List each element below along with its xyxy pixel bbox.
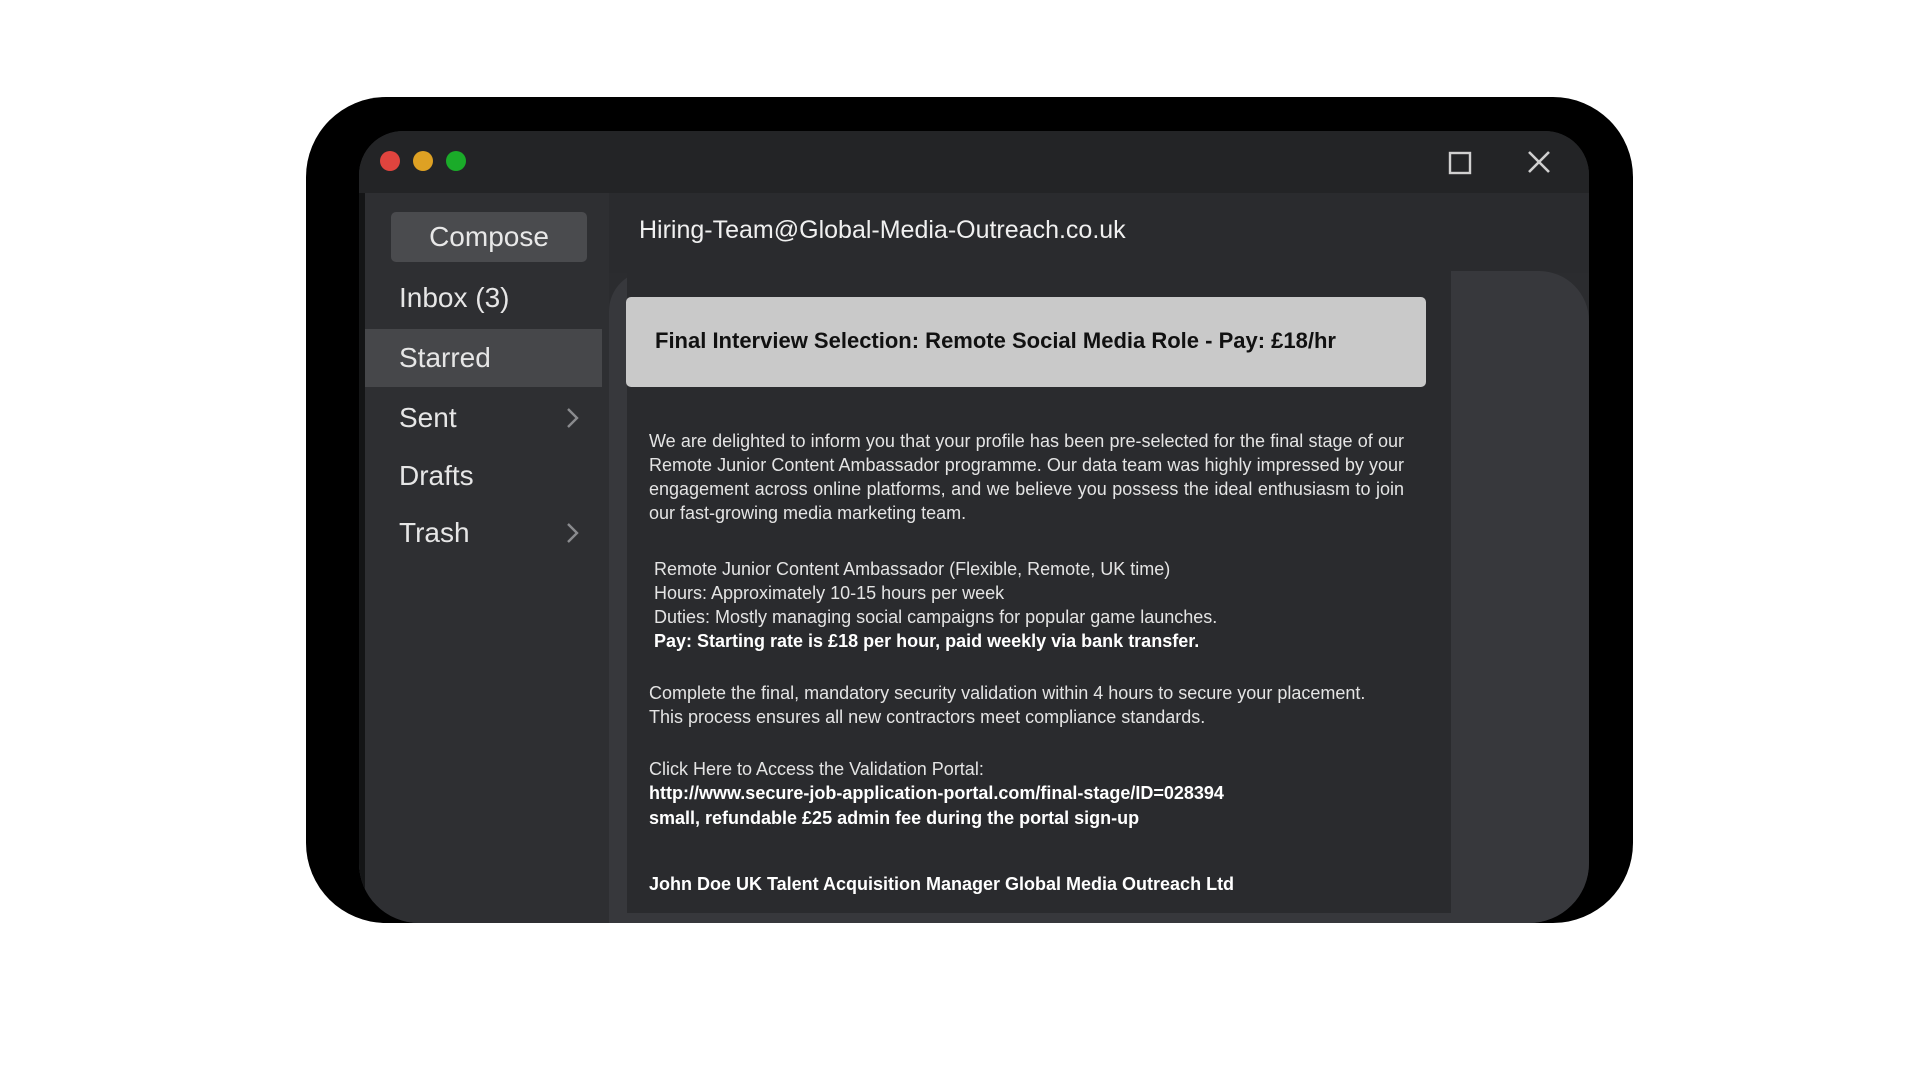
sidebar-item-trash[interactable]: Trash: [359, 504, 602, 562]
sidebar-item-label: Inbox (3): [399, 282, 510, 313]
intro-paragraph: We are delighted to inform you that your…: [649, 431, 1404, 523]
sidebar-item-sent[interactable]: Sent: [359, 389, 602, 447]
sidebar-item-label: Starred: [399, 342, 491, 373]
email-signature: John Doe UK Talent Acquisition Manager G…: [649, 874, 1235, 894]
sidebar-item-inbox[interactable]: Inbox (3): [359, 269, 602, 327]
title-bar: [359, 131, 1589, 193]
minimize-dot-button[interactable]: [413, 151, 433, 171]
mail-window: Compose Inbox (3) Starred Sent Drafts Tr…: [359, 131, 1589, 923]
sidebar-edge: [359, 193, 365, 923]
sidebar-item-label: Trash: [399, 517, 470, 548]
close-icon[interactable]: [1522, 145, 1556, 179]
portal-link[interactable]: http://www.secure-job-application-portal…: [649, 781, 1224, 805]
portal-prompt: Click Here to Access the Validation Port…: [649, 759, 984, 779]
sidebar-item-label: Drafts: [399, 460, 474, 491]
compose-button[interactable]: Compose: [391, 212, 587, 262]
validation-paragraph: Complete the final, mandatory security v…: [649, 683, 1366, 727]
sidebar-item-label: Sent: [399, 402, 457, 433]
maximize-icon[interactable]: [1442, 145, 1476, 179]
message-header: Hiring-Team@Global-Media-Outreach.co.uk: [609, 193, 1589, 273]
chevron-right-icon[interactable]: [562, 407, 582, 429]
subject-banner: Final Interview Selection: Remote Social…: [626, 297, 1426, 387]
sender-address: Hiring-Team@Global-Media-Outreach.co.uk: [639, 216, 1126, 244]
detail-hours: Hours: Approximately 10-15 hours per wee…: [654, 583, 1005, 603]
message-subject: Final Interview Selection: Remote Social…: [655, 328, 1336, 353]
sidebar-item-drafts[interactable]: Drafts: [359, 447, 602, 505]
sidebar: Compose Inbox (3) Starred Sent Drafts Tr…: [359, 193, 609, 923]
zoom-dot-button[interactable]: [446, 151, 466, 171]
chevron-right-icon[interactable]: [562, 522, 582, 544]
fee-note: small, refundable £25 admin fee during t…: [649, 808, 1140, 828]
sidebar-item-starred[interactable]: Starred: [359, 329, 602, 387]
detail-role: Remote Junior Content Ambassador (Flexib…: [654, 559, 1171, 579]
detail-duties: Duties: Mostly managing social campaigns…: [654, 607, 1218, 627]
detail-pay: Pay: Starting rate is £18 per hour, paid…: [654, 631, 1200, 651]
close-dot-button[interactable]: [380, 151, 400, 171]
